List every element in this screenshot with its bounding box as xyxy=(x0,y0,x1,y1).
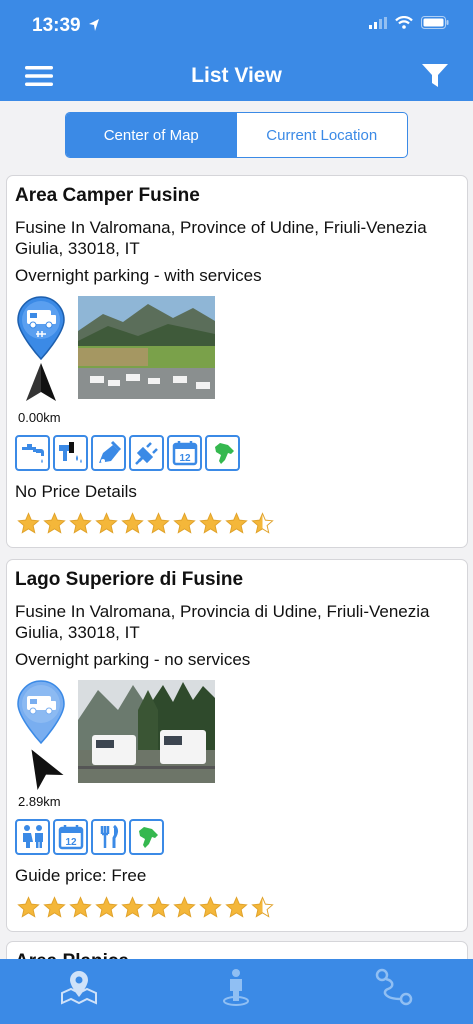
star-icon xyxy=(69,512,92,535)
page-title: List View xyxy=(191,64,282,87)
tab-bar xyxy=(0,959,473,1024)
listing-type: Overnight parking - no services xyxy=(15,650,251,669)
segment-center-of-map[interactable]: Center of Map xyxy=(66,113,237,157)
listing-card[interactable]: Area Camper Fusine Fusine In Valromana, … xyxy=(6,175,468,548)
star-icon xyxy=(147,896,170,919)
rating-stars xyxy=(17,896,274,919)
amenities-row: 12 xyxy=(15,819,164,855)
camper-services-pin-icon xyxy=(17,296,65,360)
route-icon[interactable] xyxy=(374,967,414,1007)
map-icon[interactable] xyxy=(59,967,99,1007)
electricity-icon xyxy=(129,435,164,471)
listing-photo[interactable] xyxy=(78,680,215,783)
top-bar: 13:39 List View xyxy=(0,0,473,101)
water-tap-icon xyxy=(15,435,50,471)
listing-address: Fusine In Valromana, Provincia di Udine,… xyxy=(15,602,430,642)
location-segmented-control: Center of Map Current Location xyxy=(65,112,408,158)
star-icon xyxy=(251,896,274,919)
status-indicators xyxy=(369,16,449,29)
star-icon xyxy=(69,896,92,919)
segment-current-location[interactable]: Current Location xyxy=(237,113,408,157)
star-icon xyxy=(121,512,144,535)
svg-text:12: 12 xyxy=(65,837,77,848)
listing-distance: 0.00km xyxy=(18,410,61,425)
listing-type: Overnight parking - with services xyxy=(15,266,262,285)
signal-icon xyxy=(369,16,387,29)
star-icon xyxy=(173,896,196,919)
open-all-year-icon: 12 xyxy=(53,819,88,855)
star-icon xyxy=(43,896,66,919)
amenities-row: 12 xyxy=(15,435,240,471)
battery-icon xyxy=(421,16,449,29)
status-time: 13:39 xyxy=(32,15,81,36)
star-icon xyxy=(43,512,66,535)
star-icon xyxy=(173,512,196,535)
svg-text:12: 12 xyxy=(179,453,191,464)
star-icon xyxy=(17,896,40,919)
filter-icon[interactable] xyxy=(421,63,449,89)
listing-card[interactable]: Lago Superiore di Fusine Fusine In Valro… xyxy=(6,559,468,932)
star-icon xyxy=(199,512,222,535)
pets-allowed-icon xyxy=(129,819,164,855)
star-icon xyxy=(17,512,40,535)
listing-name: Lago Superiore di Fusine xyxy=(15,569,244,590)
open-all-year-icon: 12 xyxy=(167,435,202,471)
star-icon xyxy=(95,896,118,919)
direction-arrow-icon xyxy=(31,749,64,790)
listing-photo[interactable] xyxy=(78,296,215,399)
rating-stars xyxy=(17,512,274,535)
drain-icon xyxy=(53,435,88,471)
status-bar: 13:39 xyxy=(0,0,473,50)
listing-address: Fusine In Valromana, Province of Udine, … xyxy=(15,218,427,258)
wifi-icon xyxy=(395,16,413,29)
star-icon xyxy=(147,512,170,535)
chemical-toilet-icon xyxy=(91,435,126,471)
listing-price: No Price Details xyxy=(15,482,137,501)
listing-price: Guide price: Free xyxy=(15,866,147,885)
star-icon xyxy=(95,512,118,535)
listing-name: Area Camper Fusine xyxy=(15,185,200,206)
toilets-icon xyxy=(15,819,50,855)
star-icon xyxy=(251,512,274,535)
restaurant-icon xyxy=(91,819,126,855)
star-icon xyxy=(199,896,222,919)
nav-bar: List View xyxy=(0,50,473,101)
pets-allowed-icon xyxy=(205,435,240,471)
camper-parking-pin-icon xyxy=(17,680,65,744)
star-icon xyxy=(121,896,144,919)
listing-distance: 2.89km xyxy=(18,794,61,809)
person-location-icon[interactable] xyxy=(216,967,256,1007)
location-services-icon xyxy=(89,19,99,31)
star-icon xyxy=(225,512,248,535)
direction-arrow-icon xyxy=(26,363,56,401)
star-icon xyxy=(225,896,248,919)
